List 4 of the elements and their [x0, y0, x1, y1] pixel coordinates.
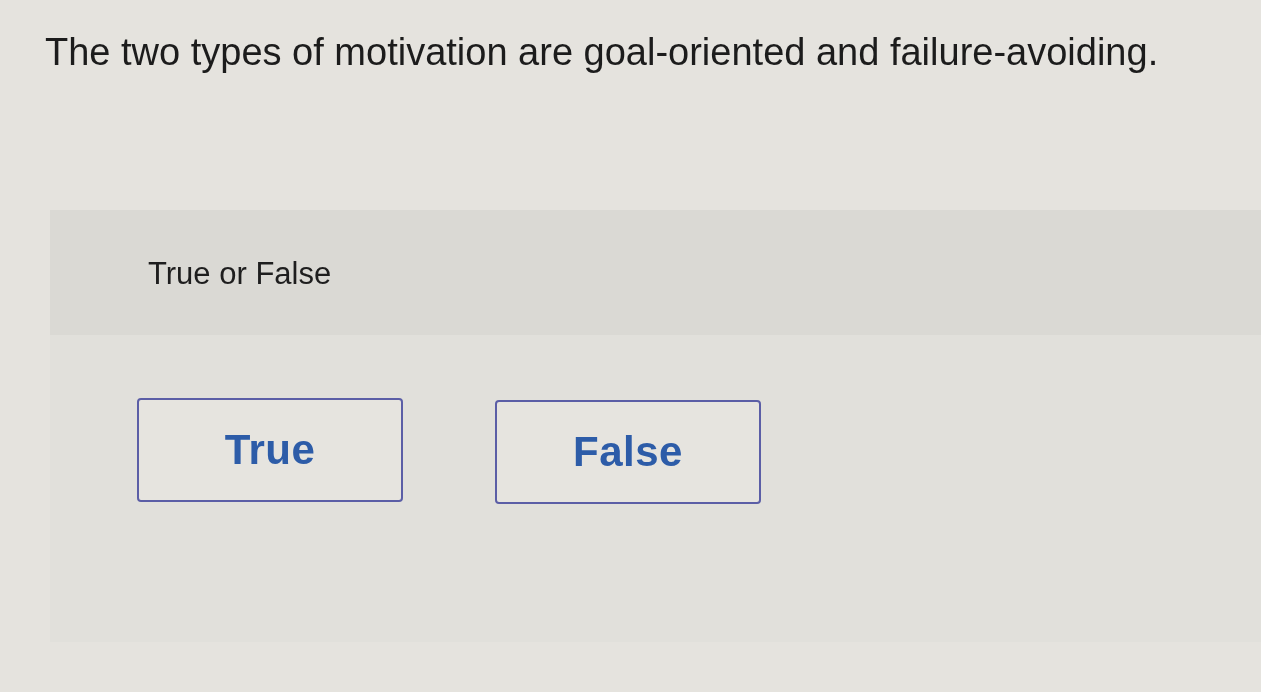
question-text: The two types of motivation are goal-oriented and failure-avoiding. [45, 30, 1159, 75]
answer-option[interactable]: True [137, 398, 403, 502]
instruction-text: True or False [148, 254, 332, 292]
answer-option[interactable]: False [495, 400, 761, 504]
